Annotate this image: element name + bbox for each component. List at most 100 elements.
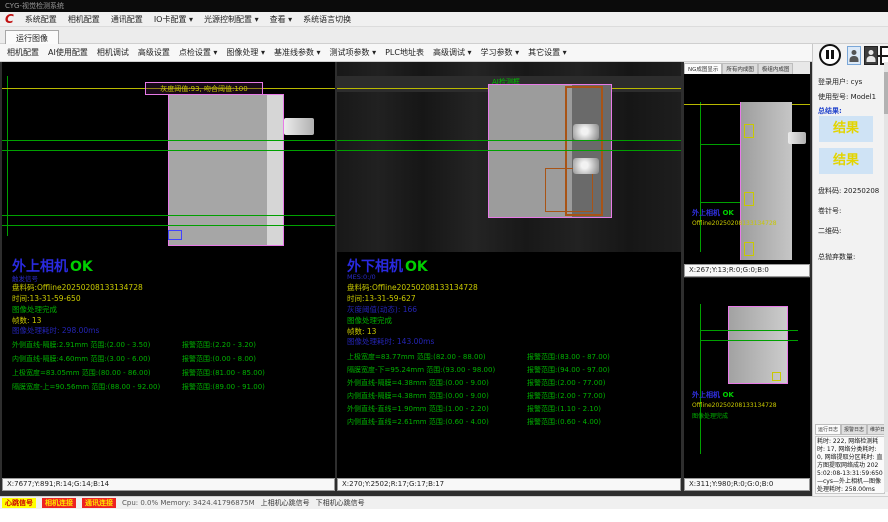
user-button[interactable] bbox=[847, 46, 861, 65]
mini-camera-view-1[interactable]: 外上相机 OK Offline20250208133134728 bbox=[684, 74, 810, 264]
menu-item-system-config[interactable]: 系统配置 bbox=[25, 14, 57, 25]
camera-image-outer-upper[interactable]: 灰度阈值:93, 吻合阈值:100 bbox=[2, 62, 335, 252]
reflective-tab-image bbox=[573, 158, 599, 174]
measurement-row: 隔膜宽度-上=90.56mm 范围:(88.00 - 92.00) 报警范围:(… bbox=[12, 382, 265, 392]
pixel-coords-readout: X:311;Y:980;R:0;G:0;B:0 bbox=[684, 478, 810, 491]
batch-code-label: 盘料码: bbox=[818, 187, 841, 195]
toolbar: 相机配置 AI使用配置 相机调试 高级设置 点检设置 ▾ 图像处理 ▾ 基准线参… bbox=[0, 44, 888, 62]
measurement-value: 上极宽度=83.77mm 范围:(82.00 - 88.00) bbox=[347, 352, 527, 362]
overlay-vline bbox=[700, 102, 701, 252]
time-text: 时间:13-31-59-627 bbox=[347, 293, 416, 304]
result-display-2: 结果 bbox=[819, 148, 873, 174]
right-panel-scrollbar[interactable] bbox=[884, 62, 888, 492]
menu-item-io-config[interactable]: IO卡配置 ▾ bbox=[154, 14, 193, 25]
toolbar-learning-params[interactable]: 学习参数 ▾ bbox=[481, 47, 520, 58]
toolbar-camera-debug[interactable]: 相机调试 bbox=[97, 47, 129, 58]
scrollbar-thumb[interactable] bbox=[884, 72, 888, 114]
camera-title: 外上相机 bbox=[692, 209, 720, 217]
measurement-alarm: 报警范围:(1.10 - 2.10) bbox=[527, 404, 601, 414]
overlay-green-line bbox=[337, 150, 681, 151]
overlay-green-line bbox=[700, 340, 798, 341]
toolbar-test-params[interactable]: 测试项参数 ▾ bbox=[330, 47, 377, 58]
log-tab-run[interactable]: 运行日志 bbox=[815, 424, 841, 435]
camera-panel-outer-lower: AI检测框 外下相机OK MES:0:/0 盘料码:Offline2025020… bbox=[337, 62, 681, 478]
measurement-alarm: 报警范围:(0.00 - 8.00) bbox=[182, 354, 256, 364]
process-done-text: 图像处理完成 bbox=[347, 315, 392, 326]
overlay-yellow-box bbox=[744, 124, 754, 138]
camera-image-outer-lower[interactable]: AI检测框 bbox=[337, 62, 681, 252]
measurement-row: 外侧直线-直线=1.90mm 范围:(1.00 - 2.20) 报警范围:(1.… bbox=[347, 404, 601, 414]
measurement-value: 外侧直线-隔膜:2.91mm 范围:(2.00 - 3.50) bbox=[12, 340, 182, 350]
toolbar-ai-config[interactable]: AI使用配置 bbox=[48, 47, 88, 58]
log-output[interactable]: 耗时: 222, 网络检测耗时: 17, 网络分类耗时: 0, 网络提取分区耗时… bbox=[815, 436, 885, 494]
log-tab-alarm[interactable]: 报警日志 bbox=[841, 424, 867, 435]
qr-code-label: 二维码: bbox=[818, 226, 841, 236]
model-value: Model1 bbox=[851, 93, 876, 101]
menu-item-language[interactable]: 系统语言切换 bbox=[303, 14, 351, 25]
toolbar-baseline-params[interactable]: 基准线参数 ▾ bbox=[274, 47, 321, 58]
elapsed-text: 图像处理耗时: 298.00ms bbox=[12, 325, 99, 336]
measurement-value: 隔膜宽度-上=90.56mm 范围:(88.00 - 92.00) bbox=[12, 382, 182, 392]
camera-panel-outer-upper: 灰度阈值:93, 吻合阈值:100 外上相机OK 触发信号 盘料码:Offlin… bbox=[2, 62, 335, 478]
overlay-green-line bbox=[2, 150, 335, 151]
measurement-row: 上极宽度=83.77mm 范围:(82.00 - 88.00) 报警范围:(83… bbox=[347, 352, 610, 362]
tab-strip: 运行图像 bbox=[0, 27, 888, 44]
result-display-1: 结果 bbox=[819, 116, 873, 142]
measurement-value: 上极宽度=83.05mm 范围:(80.00 - 86.00) bbox=[12, 368, 182, 378]
login-user-row: 登录用户: cys bbox=[818, 77, 862, 87]
measurement-alarm: 报警范围:(2.00 - 77.00) bbox=[527, 391, 605, 401]
camera-subtitle: MES:0:/0 bbox=[347, 273, 376, 281]
needle-number-label: 卷针号: bbox=[818, 206, 841, 216]
measurement-alarm: 报警范围:(0.60 - 4.00) bbox=[527, 417, 601, 427]
mini-tab-ng-image[interactable]: NG成图显示 bbox=[684, 63, 722, 74]
camera-title: 外上相机 bbox=[692, 391, 720, 399]
elapsed-text: 图像处理耗时: 143.00ms bbox=[347, 336, 434, 347]
measurement-row: 外侧直线-隔膜=4.38mm 范围:(0.00 - 9.00) 报警范围:(2.… bbox=[347, 378, 605, 388]
user-switch-button[interactable] bbox=[864, 46, 878, 65]
overlay-vline bbox=[700, 304, 701, 454]
camera-connection-badge: 相机连接 bbox=[42, 498, 76, 508]
model-label: 使用型号: bbox=[818, 93, 848, 101]
toolbar-camera-config[interactable]: 相机配置 bbox=[7, 47, 39, 58]
menu-item-view[interactable]: 查看 ▾ bbox=[270, 14, 293, 25]
right-control-panel: 登录用户: cys 使用型号: Model1 总结果: 结果 结果 盘料码: 2… bbox=[812, 44, 888, 496]
menu-item-camera-config[interactable]: 相机配置 bbox=[68, 14, 100, 25]
measurement-value: 外侧直线-直线=1.90mm 范围:(1.00 - 2.20) bbox=[347, 404, 527, 414]
toolbar-image-processing[interactable]: 图像处理 ▾ bbox=[226, 47, 265, 58]
menu-item-comm-config[interactable]: 通讯配置 bbox=[111, 14, 143, 25]
overlay-green-line bbox=[700, 330, 798, 331]
total-result-label: 总结果: bbox=[818, 106, 842, 116]
overlay-green-line bbox=[2, 215, 335, 216]
login-user-label: 登录用户: bbox=[818, 78, 848, 86]
menu-bar: C 系统配置 相机配置 通讯配置 IO卡配置 ▾ 光源控制配置 ▾ 查看 ▾ 系… bbox=[0, 12, 888, 27]
log-tabs: 运行日志 报警日志 维护日志 bbox=[815, 424, 885, 435]
mini-view-tabs: NG成图显示 所有内成图 极组内成图 bbox=[684, 62, 810, 74]
overlay-vline bbox=[7, 76, 8, 236]
toolbar-spot-check[interactable]: 点检设置 ▾ bbox=[179, 47, 218, 58]
batch-code-row: 盘料码: 20250208 bbox=[818, 186, 879, 196]
toolbar-advanced-debug[interactable]: 高级调试 ▾ bbox=[433, 47, 472, 58]
upper-camera-heartbeat-label: 上相机心跳信号 bbox=[261, 498, 310, 508]
menu-item-light-config[interactable]: 光源控制配置 ▾ bbox=[204, 14, 259, 25]
measurement-alarm: 报警范围:(94.00 - 97.00) bbox=[527, 365, 610, 375]
lower-camera-heartbeat-label: 下相机心跳信号 bbox=[316, 498, 365, 508]
pixel-coords-readout: X:7677;Y:891;R:14;G:14;B:14 bbox=[2, 478, 335, 491]
cpu-memory-status: Cpu: 0.0% Memory: 3424.41796875M bbox=[122, 499, 255, 507]
model-row: 使用型号: Model1 bbox=[818, 92, 876, 102]
reflective-tab-image bbox=[573, 124, 599, 140]
measurement-value: 内侧直线-隔膜=4.38mm 范围:(0.00 - 9.00) bbox=[347, 391, 527, 401]
overlay-green-line bbox=[2, 225, 335, 226]
toolbar-other-settings[interactable]: 其它设置 ▾ bbox=[528, 47, 567, 58]
pause-button[interactable] bbox=[819, 44, 841, 66]
mini-tab-group-images[interactable]: 极组内成图 bbox=[758, 63, 794, 74]
mini-tab-all-images[interactable]: 所有内成图 bbox=[722, 63, 758, 74]
toolbar-plc-address[interactable]: PLC地址表 bbox=[385, 47, 424, 58]
measurement-row: 内侧直线-隔膜:4.60mm 范围:(3.00 - 6.00) 报警范围:(0.… bbox=[12, 354, 256, 364]
camera-status-ok: OK bbox=[722, 391, 733, 399]
mini-camera-view-2[interactable]: 外上相机 OK Offline20250208133134728 图像处理完成 bbox=[684, 278, 810, 478]
overlay-green-line bbox=[700, 202, 740, 203]
overlay-yellow-box bbox=[744, 242, 754, 256]
login-user-value: cys bbox=[851, 78, 863, 86]
toolbar-advanced-settings[interactable]: 高级设置 bbox=[138, 47, 170, 58]
camera-status-ok: OK bbox=[405, 259, 428, 275]
